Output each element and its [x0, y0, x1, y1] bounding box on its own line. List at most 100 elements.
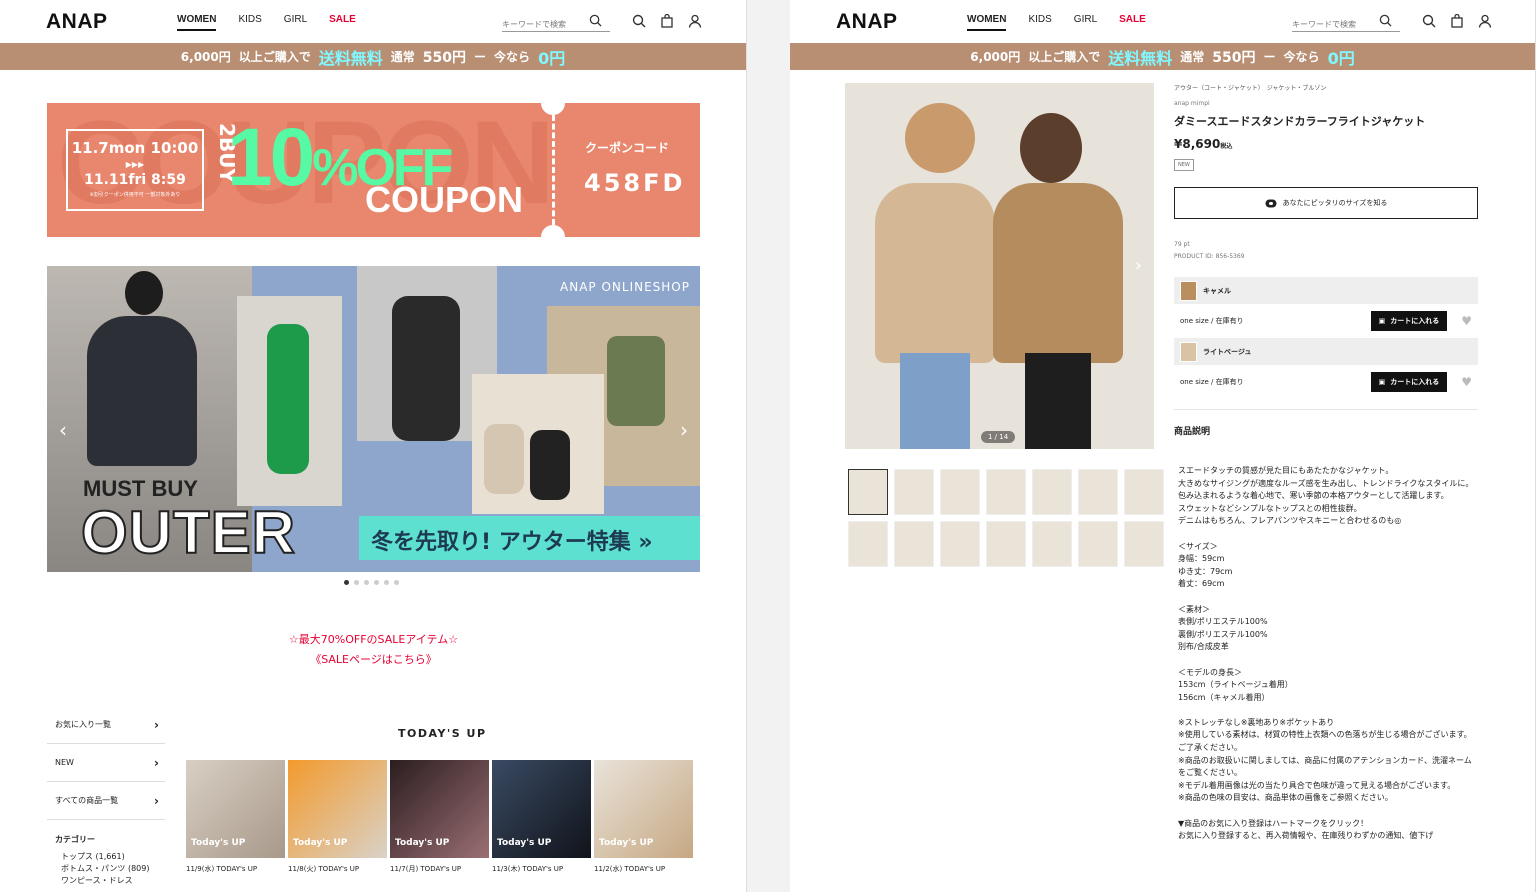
coupon-code: 458FD [584, 169, 686, 197]
stock-status: one size / 在庫有り [1180, 317, 1244, 325]
nav-girl[interactable]: GIRL [1074, 14, 1097, 31]
sale-link[interactable]: ☆最大70%OFFのSALEアイテム☆ 《SALEページはこちら》 [0, 630, 746, 670]
search-icon[interactable] [1422, 14, 1436, 28]
hero-feature-link[interactable]: 冬を先取り! アウター特集 » [359, 516, 700, 560]
gallery-thumb[interactable] [1078, 469, 1118, 515]
carousel-dot[interactable] [344, 580, 349, 585]
hero-carousel[interactable]: ANAP ONLINESHOP MUST BUY OUTER 冬を先取り! アウ… [47, 266, 700, 572]
ship-threshold-suffix: 以上ご購入で [238, 50, 311, 64]
user-icon[interactable] [1478, 14, 1492, 28]
carousel-dot[interactable] [364, 580, 369, 585]
search-input[interactable] [502, 15, 588, 34]
nav-kids[interactable]: KIDS [238, 14, 261, 31]
carousel-next-icon[interactable]: › [680, 418, 688, 442]
carousel-prev-icon[interactable]: ‹ [59, 418, 67, 442]
sidebar-item-favorites[interactable]: お気に入り一覧 › [47, 706, 165, 744]
model-2-pants [1025, 353, 1091, 449]
gallery-thumb[interactable] [894, 469, 934, 515]
todays-up-item[interactable]: Today's UP 11/3(木) TODAY's UP [492, 760, 591, 874]
coupon-word: COUPON [365, 179, 524, 220]
user-icon[interactable] [688, 14, 702, 28]
todays-up-list: Today's UP 11/9(水) TODAY's UP Today's UP… [186, 760, 693, 874]
carousel-dot[interactable] [384, 580, 389, 585]
gallery-counter: 1 / 14 [981, 431, 1016, 443]
stock-status: one size / 在庫有り [1180, 378, 1244, 386]
breadcrumb[interactable]: アウター（コート・ジャケット） ジャケット・ブルゾン [1174, 83, 1478, 92]
sidebar-item-all-products[interactable]: すべての商品一覧 › [47, 782, 165, 820]
nav-sale[interactable]: SALE [1119, 14, 1146, 31]
nav-women[interactable]: WOMEN [967, 14, 1007, 31]
product-meta: 79 pt PRODUCT ID: 856-5369 [1174, 239, 1478, 263]
add-to-cart-button[interactable]: ▣ カートに入れる [1370, 311, 1448, 331]
chevron-right-icon: › [154, 755, 159, 770]
header-icons [632, 14, 702, 28]
search-icon[interactable] [1379, 14, 1392, 27]
sidebar-category-bottoms[interactable]: ボトムス・パンツ (809) [61, 863, 165, 875]
product-gallery[interactable]: › 1 / 14 [845, 83, 1154, 449]
size-finder-button[interactable]: あなたにピッタリのサイズを知る [1174, 187, 1478, 219]
cart-icon[interactable] [660, 14, 674, 28]
heart-icon[interactable]: ♥ [1461, 375, 1472, 389]
todays-up-image: Today's UP [390, 760, 489, 858]
sidebar: お気に入り一覧 › NEW › すべての商品一覧 › カテゴリー トップス (1,66… [47, 706, 165, 887]
new-badge: NEW [1174, 159, 1194, 171]
sale-link-line1[interactable]: ☆最大70%OFFのSALEアイテム☆ [0, 630, 746, 650]
add-to-cart-label: カートに入れる [1390, 378, 1440, 386]
search-icon[interactable] [632, 14, 646, 28]
site-logo[interactable]: ANAP [46, 10, 108, 34]
sidebar-category-tops[interactable]: トップス (1,661) [61, 851, 165, 863]
stock-row-light-beige: one size / 在庫有り ▣ カートに入れる ♥ [1174, 365, 1478, 399]
home-page-screen: ANAP WOMEN KIDS GIRL SALE 6,000円 以上ご購入で … [0, 0, 747, 892]
carousel-dot[interactable] [354, 580, 359, 585]
add-to-cart-button[interactable]: ▣ カートに入れる [1370, 372, 1448, 392]
coupon-start-date: 11.7mon 10:00 [71, 139, 199, 157]
sidebar-category-dresses[interactable]: ワンピース・ドレス [61, 875, 165, 887]
free-shipping-banner[interactable]: 6,000円 以上ご購入で 送料無料 通常 550円 ー 今なら 0円 [790, 43, 1535, 70]
hero-outer: OUTER [80, 498, 296, 567]
product-price-tax: 税込 [1220, 143, 1233, 150]
gallery-thumb[interactable] [1124, 469, 1164, 515]
site-logo[interactable]: ANAP [836, 10, 898, 34]
gallery-thumb[interactable] [1078, 521, 1118, 567]
todays-up-item[interactable]: Today's UP 11/2(水) TODAY's UP [594, 760, 693, 874]
gallery-thumb[interactable] [940, 469, 980, 515]
sidebar-item-new[interactable]: NEW › [47, 744, 165, 782]
coupon-banner[interactable]: COUPON 11.7mon 10:00 ▶▶▶ 11.11fri 8:59 ※… [47, 103, 700, 237]
gallery-thumb[interactable] [1032, 521, 1072, 567]
carousel-dot[interactable] [394, 580, 399, 585]
nav-kids[interactable]: KIDS [1028, 14, 1051, 31]
gallery-thumb[interactable] [940, 521, 980, 567]
color-option-camel: キャメル [1174, 277, 1478, 304]
gallery-thumb[interactable] [1032, 469, 1072, 515]
nav-girl[interactable]: GIRL [284, 14, 307, 31]
todays-up-item[interactable]: Today's UP 11/8(火) TODAY's UP [288, 760, 387, 874]
search-icon[interactable] [589, 14, 602, 27]
nav-women[interactable]: WOMEN [177, 14, 217, 31]
ship-now-price: 0円 [1327, 48, 1355, 68]
todays-up-item[interactable]: Today's UP 11/9(水) TODAY's UP [186, 760, 285, 874]
gallery-next-icon[interactable]: › [1135, 255, 1142, 276]
sidebar-item-label: すべての商品一覧 [55, 796, 119, 805]
coupon-code-title: クーポンコード [585, 141, 670, 155]
todays-up-title: TODAY'S UP [398, 727, 487, 740]
model-1-head [905, 103, 975, 173]
ship-normal-price: 550円 [422, 49, 467, 66]
gallery-thumb[interactable] [848, 521, 888, 567]
search-input[interactable] [1292, 15, 1378, 34]
free-shipping-banner[interactable]: 6,000円 以上ご購入で 送料無料 通常 550円 ー 今なら 0円 [0, 43, 746, 70]
cart-icon[interactable] [1450, 14, 1464, 28]
ship-free-label: 送料無料 [318, 48, 383, 68]
heart-icon[interactable]: ♥ [1461, 314, 1472, 328]
todays-up-item[interactable]: Today's UP 11/7(月) TODAY's UP [390, 760, 489, 874]
carousel-dot[interactable] [374, 580, 379, 585]
gallery-thumb[interactable] [986, 469, 1026, 515]
product-brand[interactable]: anap mimpi [1174, 100, 1478, 107]
nav-sale[interactable]: SALE [329, 14, 356, 31]
sale-link-line2[interactable]: 《SALEページはこちら》 [0, 650, 746, 670]
gallery-thumb[interactable] [1124, 521, 1164, 567]
todays-up-caption: 11/3(木) TODAY's UP [492, 865, 564, 873]
gallery-thumb[interactable] [986, 521, 1026, 567]
hero-photo-2 [237, 296, 342, 506]
gallery-thumb[interactable] [848, 469, 888, 515]
gallery-thumb[interactable] [894, 521, 934, 567]
